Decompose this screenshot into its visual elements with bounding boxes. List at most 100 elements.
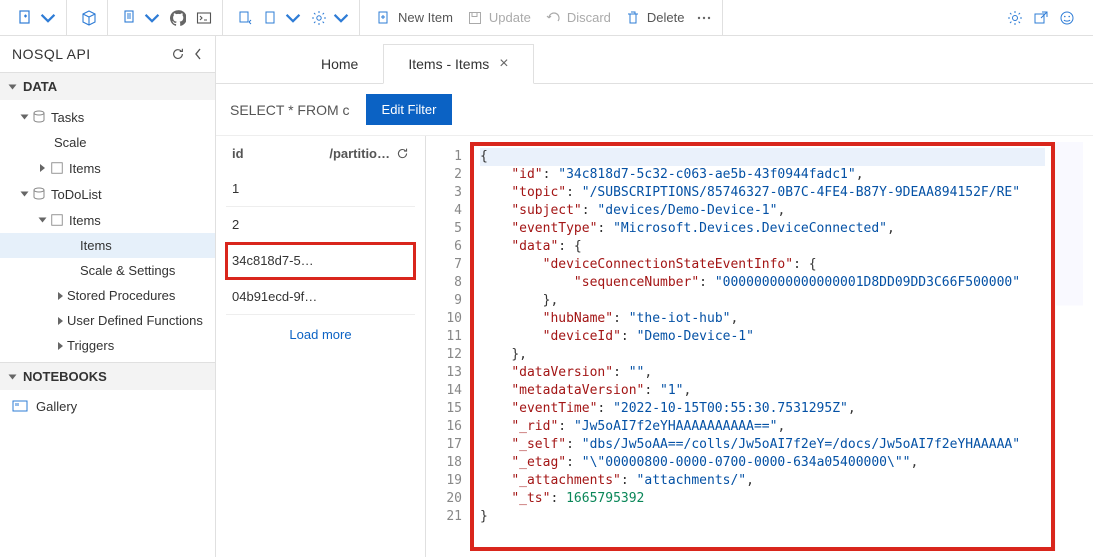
minimap[interactable]: [1055, 142, 1083, 551]
tree-label: ToDoList: [51, 187, 102, 202]
editor-content[interactable]: { "id": "34c818d7-5c32-c063-ae5b-43f0944…: [470, 142, 1055, 551]
terminal-button[interactable]: [192, 6, 216, 30]
sidebar: NOSQL API DATA Tasks Scale: [0, 36, 216, 557]
update-button[interactable]: Update: [461, 6, 537, 30]
new-item-label: New Item: [398, 10, 453, 25]
gear-icon: [1007, 10, 1023, 26]
refresh-icon[interactable]: [171, 47, 185, 61]
caret-down-icon: [9, 374, 17, 379]
delete-button[interactable]: Delete: [619, 6, 691, 30]
upload-button[interactable]: [233, 6, 257, 30]
tree-node-tasks[interactable]: Tasks: [0, 104, 215, 130]
load-more-link[interactable]: Load more: [226, 315, 415, 354]
item-row[interactable]: 2: [226, 207, 415, 243]
tree-label: Stored Procedures: [67, 288, 175, 303]
new-file-dropdown[interactable]: [14, 6, 60, 30]
sidebar-title: NOSQL API: [12, 46, 91, 62]
json-editor[interactable]: 123456789101112131415161718192021 { "id"…: [426, 136, 1093, 557]
edit-filter-button[interactable]: Edit Filter: [366, 94, 453, 125]
refresh-icon[interactable]: [396, 147, 409, 160]
caret-down-icon: [9, 84, 17, 89]
tab-items[interactable]: Items - Items ×: [383, 44, 533, 84]
undo-icon: [545, 10, 561, 26]
github-button[interactable]: [166, 6, 190, 30]
settings-dropdown[interactable]: [307, 6, 353, 30]
item-row[interactable]: 1: [226, 171, 415, 207]
database-icon: [31, 109, 47, 125]
file-sql-icon: [122, 10, 138, 26]
item-row[interactable]: 34c818d7-5…: [226, 243, 415, 279]
section-data-label: DATA: [23, 79, 57, 94]
tab-home-label: Home: [321, 56, 358, 72]
delete-label: Delete: [647, 10, 685, 25]
tree-node-stored-procs[interactable]: Stored Procedures: [0, 283, 215, 308]
gallery-icon: [12, 398, 28, 414]
file-dropdown-2[interactable]: [259, 6, 305, 30]
feedback-button[interactable]: [1055, 6, 1079, 30]
tree-label: Scale: [54, 135, 87, 150]
tree-node-udf[interactable]: User Defined Functions: [0, 308, 215, 333]
terminal-icon: [196, 10, 212, 26]
section-data[interactable]: DATA: [0, 72, 215, 100]
section-notebooks-label: NOTEBOOKS: [23, 369, 107, 384]
caret-icon: [40, 164, 45, 172]
ellipsis-icon: [696, 10, 712, 26]
tree: Tasks Scale Items ToDoList: [0, 100, 215, 362]
tree-node-items-tasks[interactable]: Items: [0, 155, 215, 181]
caret-icon: [21, 192, 29, 197]
col-id: id: [232, 146, 244, 161]
more-button[interactable]: [692, 6, 716, 30]
gallery-label: Gallery: [36, 399, 77, 414]
chevron-down-icon: [333, 10, 349, 26]
save-icon: [467, 10, 483, 26]
tree-label: Scale & Settings: [80, 263, 175, 278]
cube-icon: [81, 10, 97, 26]
query-bar: SELECT * FROM c Edit Filter: [216, 84, 1093, 136]
chevron-down-icon: [40, 10, 56, 26]
caret-icon: [58, 317, 63, 325]
tab-close-icon[interactable]: ×: [499, 55, 508, 73]
caret-icon: [21, 115, 29, 120]
container-icon: [49, 212, 65, 228]
file-icon: [263, 10, 279, 26]
workspace: Home Items - Items × SELECT * FROM c Edi…: [216, 36, 1093, 557]
item-list-header: id /partitio…: [226, 142, 415, 171]
open-external-button[interactable]: [1029, 6, 1053, 30]
tree-node-triggers[interactable]: Triggers: [0, 333, 215, 358]
plus-file-icon: [376, 10, 392, 26]
tab-items-label: Items - Items: [408, 56, 489, 72]
tree-label: Triggers: [67, 338, 114, 353]
update-label: Update: [489, 10, 531, 25]
item-list: id /partitio… 1234c818d7-5…04b91ecd-9f… …: [216, 136, 426, 557]
tree-label: Items: [80, 238, 112, 253]
caret-icon: [58, 342, 63, 350]
query-text: SELECT * FROM c: [230, 102, 350, 118]
tree-node-items-child[interactable]: Items: [0, 233, 215, 258]
tab-home[interactable]: Home: [296, 45, 383, 83]
tree-label: Tasks: [51, 110, 84, 125]
tree-label: User Defined Functions: [67, 313, 203, 328]
external-link-icon: [1033, 10, 1049, 26]
discard-button[interactable]: Discard: [539, 6, 617, 30]
sidebar-header: NOSQL API: [0, 36, 215, 72]
tree-node-scale[interactable]: Scale: [0, 130, 215, 155]
tree-node-items[interactable]: Items: [0, 207, 215, 233]
cube-button[interactable]: [77, 6, 101, 30]
caret-icon: [58, 292, 63, 300]
section-notebooks[interactable]: NOTEBOOKS: [0, 362, 215, 390]
new-item-button[interactable]: New Item: [370, 6, 459, 30]
item-row[interactable]: 04b91ecd-9f…: [226, 279, 415, 315]
tree-node-scale-settings[interactable]: Scale & Settings: [0, 258, 215, 283]
container-icon: [49, 160, 65, 176]
gallery-item[interactable]: Gallery: [0, 390, 215, 422]
gear-icon: [311, 10, 327, 26]
file-plus-icon: [18, 10, 34, 26]
tree-node-todolist[interactable]: ToDoList: [0, 181, 215, 207]
chevron-left-icon[interactable]: [193, 47, 203, 61]
tree-label: Items: [69, 161, 101, 176]
col-partition: /partitio…: [329, 146, 390, 161]
settings-button[interactable]: [1003, 6, 1027, 30]
sql-dropdown[interactable]: [118, 6, 164, 30]
tabs-row: Home Items - Items ×: [216, 36, 1093, 84]
caret-icon: [39, 218, 47, 223]
